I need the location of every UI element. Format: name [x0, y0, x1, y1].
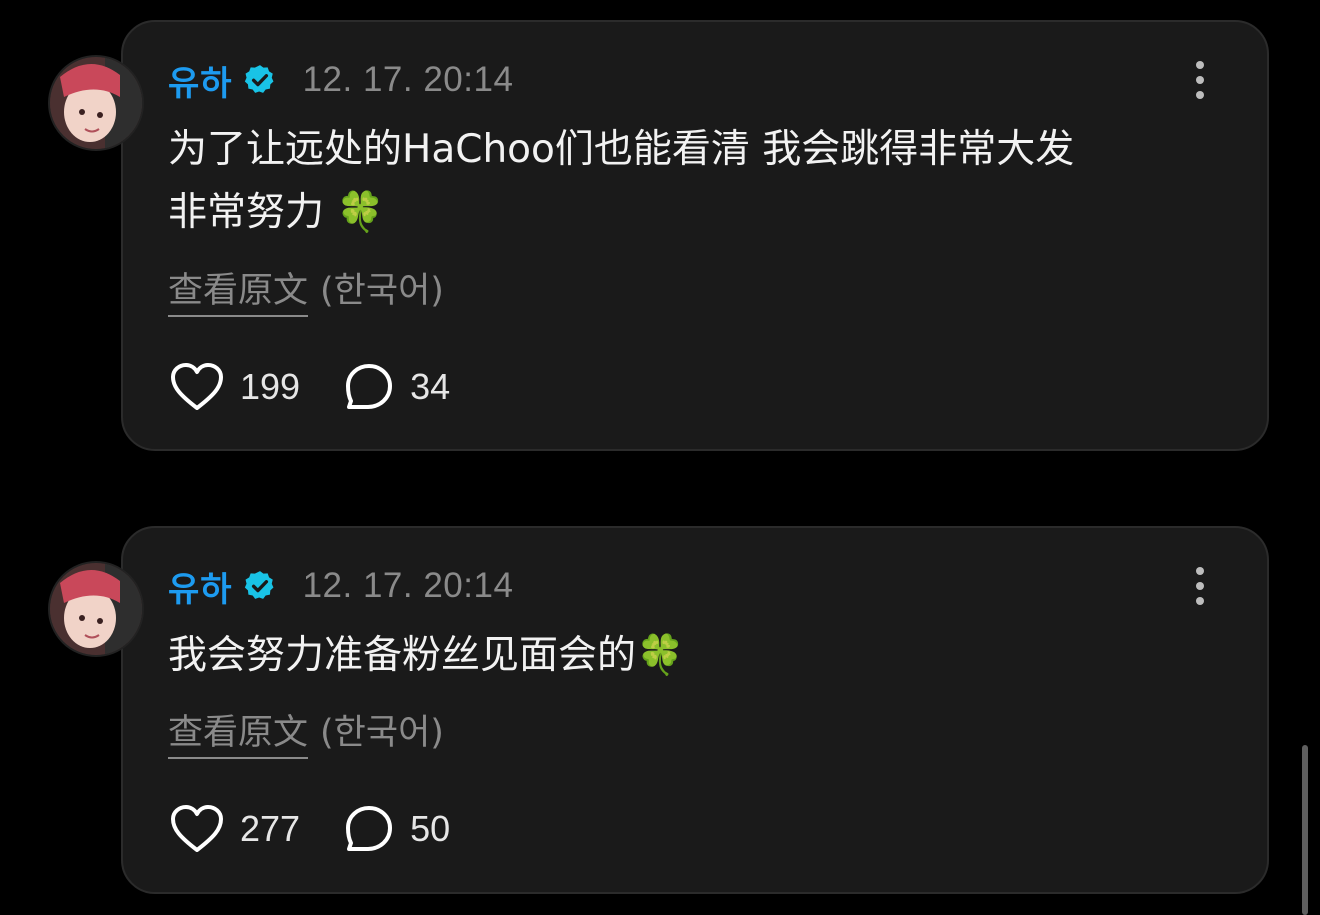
translation-row: 查看原文 (한국어) [168, 262, 444, 317]
reply-button[interactable]: 34 [344, 362, 450, 412]
like-button[interactable]: 199 [170, 362, 300, 412]
comment-bubble-icon [346, 364, 393, 409]
post-text-line: 我会努力准备粉丝见面会的 [168, 633, 637, 678]
username[interactable]: 유하 [168, 562, 233, 611]
more-vertical-icon [1196, 567, 1204, 575]
timestamp: 12. 17. 20:14 [302, 60, 514, 99]
avatar[interactable] [48, 561, 144, 657]
clover-emoji: 🍀 [636, 633, 685, 678]
post-text-line: 非常努力 [168, 190, 325, 235]
post-actions: 199 34 [170, 362, 450, 412]
language-tag: (한국어) [320, 713, 444, 753]
like-count: 199 [240, 366, 301, 407]
avatar[interactable] [48, 55, 144, 151]
heart-icon [171, 805, 223, 852]
username[interactable]: 유하 [168, 56, 233, 105]
heart-icon [171, 363, 223, 410]
like-count: 277 [240, 808, 301, 849]
scrollbar[interactable] [1302, 745, 1308, 915]
more-options-button[interactable] [1185, 58, 1215, 102]
more-options-button[interactable] [1185, 564, 1215, 608]
clover-emoji: 🍀 [336, 190, 385, 235]
view-original-link[interactable]: 查看原文 [168, 262, 309, 317]
post-header: 유하 12. 17. 20:14 [168, 56, 513, 104]
reply-count: 50 [410, 808, 451, 849]
reply-button[interactable]: 50 [344, 804, 450, 854]
language-tag: (한국어) [320, 271, 444, 311]
reply-count: 34 [410, 366, 451, 407]
timestamp: 12. 17. 20:14 [302, 566, 514, 605]
verified-badge-icon [243, 63, 277, 97]
post-header: 유하 12. 17. 20:14 [168, 562, 513, 610]
translation-row: 查看原文 (한국어) [168, 704, 444, 759]
view-original-link[interactable]: 查看原文 [168, 704, 309, 759]
post-text-line: 为了让远处的HaChoo们也能看清 我会跳得非常大发 [168, 127, 1075, 172]
verified-badge-icon [243, 569, 277, 603]
post-text: 为了让远处的HaChoo们也能看清 我会跳得非常大发 非常努力 🍀 [168, 118, 1228, 244]
post-actions: 277 50 [170, 804, 450, 854]
more-vertical-icon [1196, 61, 1204, 69]
post-text: 我会努力准备粉丝见面会的🍀 [168, 624, 1228, 687]
like-button[interactable]: 277 [170, 804, 300, 854]
comment-bubble-icon [346, 806, 393, 851]
